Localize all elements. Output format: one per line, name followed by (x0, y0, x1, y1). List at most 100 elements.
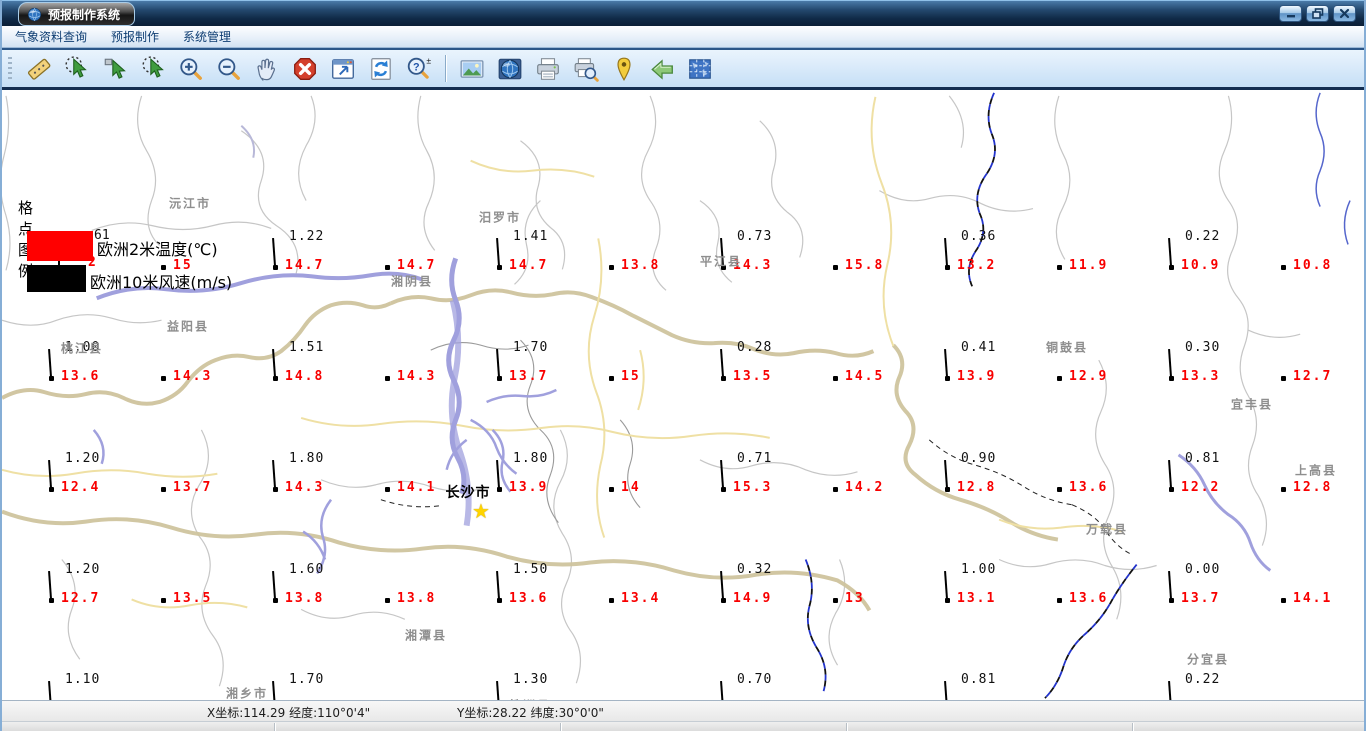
menu-forecast-production[interactable]: 预报制作 (111, 28, 159, 45)
grid-point-temperature: 13.5 (173, 591, 213, 606)
grid-point-wind: 1.41 (513, 229, 549, 244)
grid-point-wind: 0.00 (1185, 562, 1221, 577)
grid-point-wind: 1.51 (289, 340, 325, 355)
globe-icon (498, 58, 522, 79)
globe-icon (27, 7, 42, 21)
refresh-page-icon (371, 57, 391, 80)
grid-point-dot (1057, 487, 1062, 492)
identify-question-icon: ± ? (407, 56, 431, 79)
grid-point-wind: 0.41 (961, 340, 997, 355)
map-grid-button[interactable] (685, 54, 715, 84)
grid-point-wind: 0.30 (1185, 340, 1221, 355)
close-icon (1339, 8, 1350, 19)
grid-point-wind: 0.70 (737, 672, 773, 687)
select-box-button[interactable] (100, 54, 130, 84)
print-button[interactable] (533, 54, 563, 84)
status-strip-separator (846, 723, 847, 731)
grid-point-temperature: 12.8 (1293, 480, 1333, 495)
grid-point-temperature: 14.3 (397, 369, 437, 384)
map-area[interactable]: 61 2 格点图例 欧洲2米温度(℃) 欧洲10米风速(m/s) 1514.71… (2, 90, 1364, 700)
grid-point-temperature: 13.2 (957, 258, 997, 273)
identify-button[interactable]: ± ? (404, 54, 434, 84)
refresh-button[interactable] (366, 54, 396, 84)
grid-point-temperature: 10.9 (1181, 258, 1221, 273)
grid-point-temperature: 13.8 (397, 591, 437, 606)
title-tab: 预报制作系统 (18, 2, 136, 26)
toolbar-grip[interactable] (8, 56, 12, 81)
stop-button[interactable] (290, 54, 320, 84)
status-strip (2, 721, 1364, 731)
location-pin-button[interactable] (609, 54, 639, 84)
grid-point-temperature: 10.8 (1293, 258, 1333, 273)
place-label: 湘阴县 (390, 274, 434, 289)
grid-point-temperature: 13.1 (957, 591, 997, 606)
window-controls (1279, 5, 1356, 22)
toolbar-separator (445, 55, 446, 82)
back-arrow-icon (651, 58, 673, 80)
legend-windspeed-label: 欧洲10米风速(m/s) (90, 273, 233, 292)
restore-icon (1311, 8, 1323, 19)
grid-point-temperature: 12.2 (1181, 480, 1221, 495)
legend-windspeed-swatch (27, 265, 86, 292)
zoom-out-button[interactable] (214, 54, 244, 84)
grid-point-dot (609, 487, 614, 492)
map-canvas[interactable] (2, 90, 1364, 700)
grid-point-wind: 0.32 (737, 562, 773, 577)
place-label: 万载县 (1085, 522, 1129, 537)
grid-point-wind: 0.81 (1185, 451, 1221, 466)
status-strip-separator (1132, 723, 1133, 731)
grid-point-temperature: 13.4 (621, 591, 661, 606)
grid-point-wind: 1.70 (513, 340, 549, 355)
printer-icon (537, 57, 559, 80)
menu-weather-data-query[interactable]: 气象资料查询 (15, 28, 87, 45)
menu-system-management[interactable]: 系统管理 (183, 28, 231, 45)
legend-temperature-swatch (27, 231, 93, 261)
grid-point-temperature: 13.3 (1181, 369, 1221, 384)
select-dashed-button[interactable] (62, 54, 92, 84)
close-button[interactable] (1333, 5, 1356, 22)
pan-button[interactable] (252, 54, 282, 84)
changsha-star-icon: ★ (472, 499, 490, 523)
select-arrow-box-icon (104, 58, 126, 79)
grid-point-wind: 0.81 (961, 672, 997, 687)
map-grid-icon (689, 58, 711, 79)
grid-point-dot (161, 487, 166, 492)
ruler-icon (27, 58, 51, 80)
globe-button[interactable] (495, 54, 525, 84)
roads (2, 96, 1123, 609)
grid-point-wind: 1.10 (65, 672, 101, 687)
grid-point-wind: 1.80 (289, 451, 325, 466)
grid-point-wind: 0.22 (1185, 672, 1221, 687)
window-expand-button[interactable] (328, 54, 358, 84)
grid-point-dot (1057, 265, 1062, 270)
select-arrow-dashed-icon (65, 55, 87, 78)
grid-point-wind: 1.60 (289, 562, 325, 577)
back-button[interactable] (647, 54, 677, 84)
place-label: 宜丰县 (1230, 397, 1274, 412)
grid-point-wind: 1.22 (289, 229, 325, 244)
app-window: 预报制作系统 气象资料查询 预报制作 系统管理 ± ? 61 2 格点 欧洲2米… (0, 0, 1366, 731)
zoom-out-icon (218, 57, 240, 80)
grid-point-dot (161, 265, 166, 270)
grid-point-temperature: 13.9 (509, 480, 549, 495)
grid-point-temperature: 12.4 (61, 480, 101, 495)
measure-button[interactable] (24, 54, 54, 84)
minimize-button[interactable] (1279, 5, 1302, 22)
grid-point-temperature: 12.8 (957, 480, 997, 495)
photo-button[interactable] (457, 54, 487, 84)
grid-point-temperature: 13.8 (285, 591, 325, 606)
select-dashed-alt-button[interactable] (138, 54, 168, 84)
grid-point-temperature: 12.9 (1069, 369, 1109, 384)
rivers (92, 125, 1272, 575)
place-label: 沅江市 (168, 196, 212, 211)
grid-point-temperature: 14.9 (733, 591, 773, 606)
grid-point-wind: 1.20 (65, 451, 101, 466)
zoom-in-button[interactable] (176, 54, 206, 84)
grid-point-dot (609, 376, 614, 381)
grid-point-dot (609, 598, 614, 603)
restore-button[interactable] (1306, 5, 1329, 22)
grid-point-wind: 0.22 (1185, 229, 1221, 244)
print-preview-button[interactable] (571, 54, 601, 84)
status-strip-separator (274, 723, 275, 731)
place-label: 铜鼓县 (1045, 340, 1089, 355)
